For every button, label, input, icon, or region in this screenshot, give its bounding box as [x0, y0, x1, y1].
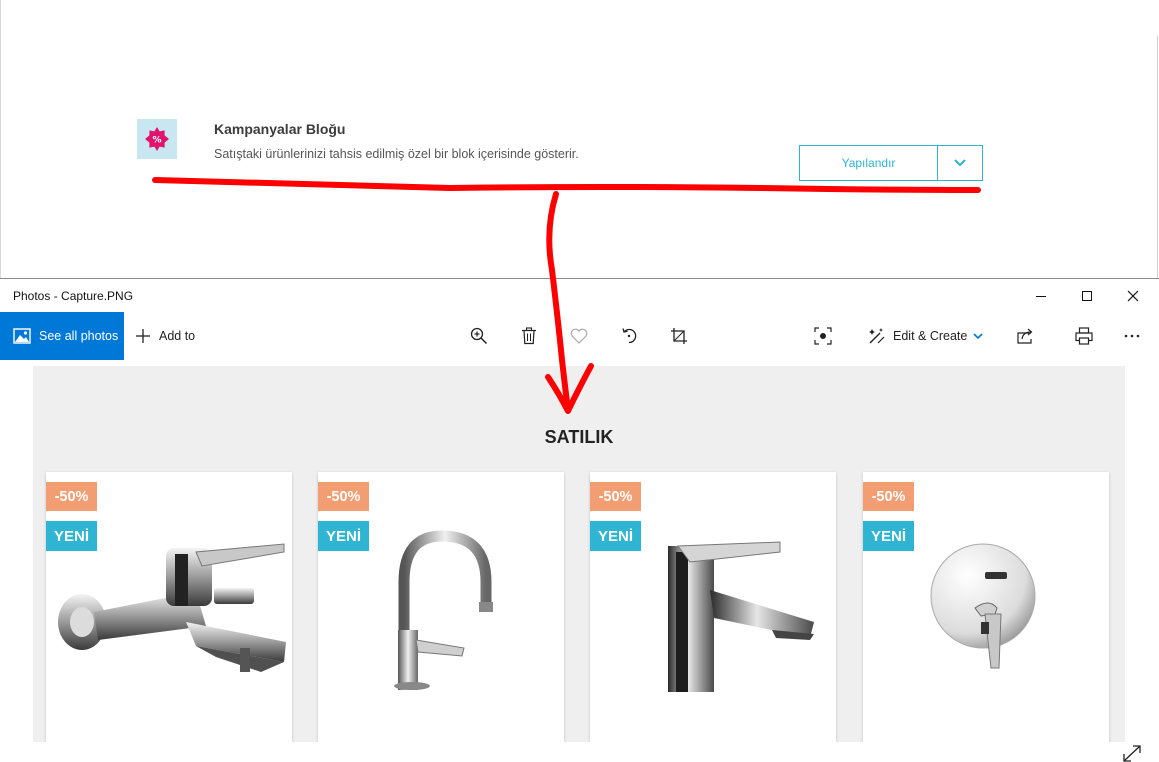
- crop-icon: [671, 328, 687, 344]
- see-all-photos-label: See all photos: [39, 329, 119, 343]
- minimize-button[interactable]: [1018, 279, 1064, 312]
- discount-badge: -50%: [863, 482, 914, 511]
- rotate-button[interactable]: [617, 324, 641, 348]
- product-card[interactable]: -50% YENİ: [863, 472, 1109, 742]
- new-badge: YENİ: [46, 521, 97, 551]
- chevron-down-icon: [973, 332, 983, 339]
- maximize-button[interactable]: [1064, 279, 1110, 312]
- module-description: Satıştaki ürünlerinizi tahsis edilmiş öz…: [214, 147, 579, 161]
- edit-wand-icon: [869, 328, 885, 344]
- configure-dropdown-toggle[interactable]: [938, 146, 982, 180]
- new-badge: YENİ: [318, 521, 369, 551]
- svg-text:%: %: [152, 136, 161, 146]
- visual-search-icon: [814, 327, 832, 345]
- photos-gallery-icon: [13, 328, 31, 344]
- minimize-icon: [1036, 295, 1046, 297]
- share-icon: [1017, 328, 1033, 344]
- photos-toolbar: See all photos Add to Edit & Create: [0, 312, 1159, 360]
- discount-badge: -50%: [46, 482, 97, 511]
- close-button[interactable]: [1110, 279, 1156, 312]
- close-icon: [1127, 290, 1139, 301]
- crop-button[interactable]: [667, 324, 691, 348]
- favorite-button[interactable]: [567, 324, 591, 348]
- add-to-button[interactable]: Add to: [135, 312, 195, 360]
- more-options-button[interactable]: [1120, 324, 1144, 348]
- photo-canvas: SATILIK -50% YENİ -50% YENİ -50% YENİ -5…: [33, 366, 1125, 742]
- new-badge: YENİ: [590, 521, 641, 551]
- heart-icon: [570, 328, 588, 344]
- configure-button[interactable]: Yapılandır: [800, 146, 938, 180]
- zoom-in-icon: [470, 327, 488, 345]
- discount-badge: -50%: [318, 482, 369, 511]
- new-badge: YENİ: [863, 521, 914, 551]
- expand-icon[interactable]: [1122, 745, 1142, 762]
- see-all-photos-button[interactable]: See all photos: [0, 312, 124, 360]
- maximize-icon: [1082, 290, 1092, 301]
- zoom-in-button[interactable]: [467, 324, 491, 348]
- discount-badge-icon: %: [145, 127, 169, 151]
- module-icon: %: [137, 119, 177, 159]
- configure-button-group: Yapılandır: [799, 145, 983, 181]
- chevron-down-icon: [954, 159, 966, 167]
- visual-search-button[interactable]: [811, 324, 835, 348]
- more-dots-icon: [1124, 334, 1140, 338]
- printer-icon: [1075, 327, 1093, 345]
- module-title: Kampanyalar Bloğu: [214, 121, 346, 137]
- edit-create-label: Edit & Create: [893, 329, 968, 343]
- delete-button[interactable]: [517, 324, 541, 348]
- window-title: Photos - Capture.PNG: [13, 289, 134, 303]
- section-heading: SATILIK: [544, 427, 614, 447]
- photos-app-window: Photos - Capture.PNG See all photos Add …: [0, 278, 1159, 762]
- product-card[interactable]: -50% YENİ: [318, 472, 564, 742]
- rotate-icon: [622, 328, 637, 344]
- product-card[interactable]: -50% YENİ: [46, 472, 292, 742]
- edit-create-menu[interactable]: Edit & Create: [868, 312, 983, 360]
- add-to-label: Add to: [159, 329, 196, 343]
- share-button[interactable]: [1013, 324, 1037, 348]
- module-settings-panel: % Kampanyalar Bloğu Satıştaki ürünlerini…: [0, 0, 1159, 280]
- discount-badge: -50%: [590, 482, 641, 511]
- trash-icon: [522, 327, 536, 345]
- window-titlebar: Photos - Capture.PNG: [0, 279, 1159, 312]
- print-button[interactable]: [1072, 324, 1096, 348]
- plus-icon: [136, 329, 150, 343]
- product-card[interactable]: -50% YENİ: [590, 472, 836, 742]
